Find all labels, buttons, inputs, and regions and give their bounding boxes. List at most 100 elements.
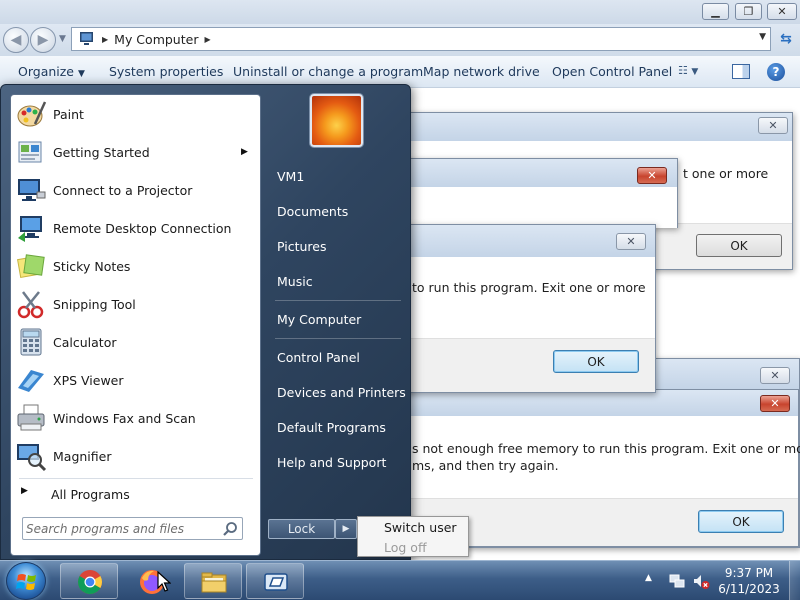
sticky-notes-icon <box>16 254 45 279</box>
start-button[interactable] <box>6 562 46 600</box>
dialog-close-button[interactable]: ✕ <box>760 367 790 384</box>
search-icon[interactable] <box>222 521 238 537</box>
breadcrumb-arrow-icon[interactable]: ▶ <box>204 35 210 44</box>
program-label: Remote Desktop Connection <box>53 220 232 236</box>
address-text[interactable]: My Computer <box>114 32 198 47</box>
system-properties-button[interactable]: System properties <box>109 64 223 79</box>
dialog-close-button[interactable]: ✕ <box>760 395 790 412</box>
start-documents[interactable]: Documents <box>277 204 348 219</box>
program-label: Paint <box>53 106 84 122</box>
paint-icon <box>17 101 47 127</box>
recent-pages-dropdown[interactable]: ▼ <box>59 34 66 44</box>
all-programs-button[interactable]: ▶ All Programs <box>11 482 260 508</box>
program-label: Magnifier <box>53 448 112 464</box>
minimize-button[interactable]: ▁ <box>702 3 729 20</box>
program-label: Sticky Notes <box>53 258 131 274</box>
dialog-titlebar: ✕ <box>386 159 677 187</box>
ok-button[interactable]: OK <box>553 350 639 373</box>
program-magnifier[interactable]: Magnifier <box>11 437 260 475</box>
start-control-panel[interactable]: Control Panel <box>277 350 360 365</box>
uninstall-program-button[interactable]: Uninstall or change a program <box>233 64 423 79</box>
windows-logo-icon <box>16 574 36 590</box>
change-view-button[interactable]: ☷ ▼ <box>678 64 712 80</box>
start-devices-printers[interactable]: Devices and Printers <box>277 385 406 400</box>
search-input[interactable] <box>26 520 216 537</box>
switch-user-item[interactable]: Switch user <box>384 520 457 535</box>
program-paint[interactable]: Paint <box>11 95 260 133</box>
program-label: XPS Viewer <box>53 372 124 388</box>
dialog-message: to run this program. Exit one or more <box>412 280 646 295</box>
remote-app-icon <box>264 573 288 591</box>
shutdown-options-button[interactable]: ▶ <box>335 519 357 539</box>
show-desktop-button[interactable] <box>789 561 800 600</box>
dialog-message: s not enough free memory to run this pro… <box>412 441 800 456</box>
taskbar-firefox[interactable] <box>122 563 180 599</box>
lock-button[interactable]: Lock <box>268 519 335 539</box>
program-label: Getting Started <box>53 144 150 160</box>
start-pictures[interactable]: Pictures <box>277 239 327 254</box>
expand-arrow-icon: ▶ <box>21 486 28 496</box>
fax-scan-icon <box>17 404 45 431</box>
clock-time[interactable]: 9:37 PM <box>715 566 783 580</box>
show-hidden-icons-button[interactable]: ▲ <box>645 573 652 583</box>
refresh-button[interactable]: ⇆ <box>775 28 797 50</box>
dialog-close-button[interactable]: ✕ <box>758 117 788 134</box>
program-label: Calculator <box>53 334 117 350</box>
program-snipping-tool[interactable]: Snipping Tool <box>11 285 260 323</box>
submenu-arrow-icon: ▶ <box>241 147 248 157</box>
program-sticky-notes[interactable]: Sticky Notes <box>11 247 260 285</box>
volume-muted-icon[interactable] <box>692 572 710 590</box>
start-help-support[interactable]: Help and Support <box>277 455 386 470</box>
divider <box>275 300 401 301</box>
program-xps-viewer[interactable]: XPS Viewer <box>11 361 260 399</box>
taskbar-remote-app[interactable] <box>246 563 304 599</box>
clock-date[interactable]: 6/11/2023 <box>715 582 783 596</box>
dialog-footer: OK <box>386 338 655 392</box>
preview-pane-icon[interactable] <box>732 64 750 79</box>
start-user-vm1[interactable]: VM1 <box>277 169 304 184</box>
start-music[interactable]: Music <box>277 274 313 289</box>
network-icon[interactable] <box>668 572 686 590</box>
program-projector[interactable]: Connect to a Projector <box>11 171 260 209</box>
search-box[interactable] <box>22 517 243 540</box>
dialog-message: t one or more <box>683 166 769 181</box>
taskbar-chrome[interactable] <box>60 563 118 599</box>
close-button[interactable]: ✕ <box>767 3 797 20</box>
program-remote-desktop[interactable]: Remote Desktop Connection <box>11 209 260 247</box>
snipping-tool-icon <box>17 291 44 319</box>
organize-menu[interactable]: Organize ▼ <box>18 64 85 79</box>
program-label: Snipping Tool <box>53 296 136 312</box>
address-dropdown-icon[interactable]: ▼ <box>759 32 766 42</box>
help-icon[interactable]: ? <box>767 63 785 81</box>
programs-panel: Paint Getting Started ▶ Connect to a Pro… <box>10 94 261 556</box>
address-bar[interactable]: ▶ My Computer ▶ ▼ <box>71 27 771 51</box>
user-picture[interactable] <box>310 94 363 147</box>
start-my-computer[interactable]: My Computer <box>277 312 361 327</box>
dialog-message-line2: ms, and then try again. <box>412 458 559 473</box>
ok-button[interactable]: OK <box>696 234 782 257</box>
program-fax-scan[interactable]: Windows Fax and Scan <box>11 399 260 437</box>
dropdown-arrow-icon: ▼ <box>77 69 85 79</box>
taskbar-explorer[interactable] <box>184 563 242 599</box>
start-default-programs[interactable]: Default Programs <box>277 420 386 435</box>
address-row: ◀ ▶ ▼ ▶ My Computer ▶ ▼ ⇆ <box>0 24 800 56</box>
program-getting-started[interactable]: Getting Started ▶ <box>11 133 260 171</box>
ok-button[interactable]: OK <box>698 510 784 533</box>
dialog-close-button[interactable]: ✕ <box>616 233 646 250</box>
divider <box>19 478 253 479</box>
dialog-close-button[interactable]: ✕ <box>637 167 667 184</box>
log-off-item[interactable]: Log off <box>384 540 427 555</box>
back-arrow-icon: ◀ <box>10 32 22 48</box>
getting-started-icon <box>18 141 42 163</box>
forward-button[interactable]: ▶ <box>30 27 56 53</box>
program-calculator[interactable]: Calculator <box>11 323 260 361</box>
mouse-cursor-icon <box>157 571 171 592</box>
maximize-button[interactable]: ❐ <box>735 3 762 20</box>
map-network-drive-button[interactable]: Map network drive <box>423 64 540 79</box>
open-control-panel-button[interactable]: Open Control Panel <box>552 64 672 79</box>
breadcrumb-arrow-icon[interactable]: ▶ <box>102 35 108 44</box>
program-label: Connect to a Projector <box>53 182 193 198</box>
back-button[interactable]: ◀ <box>3 27 29 53</box>
computer-icon <box>80 32 93 45</box>
dropdown-arrow-icon: ▼ <box>691 67 699 77</box>
